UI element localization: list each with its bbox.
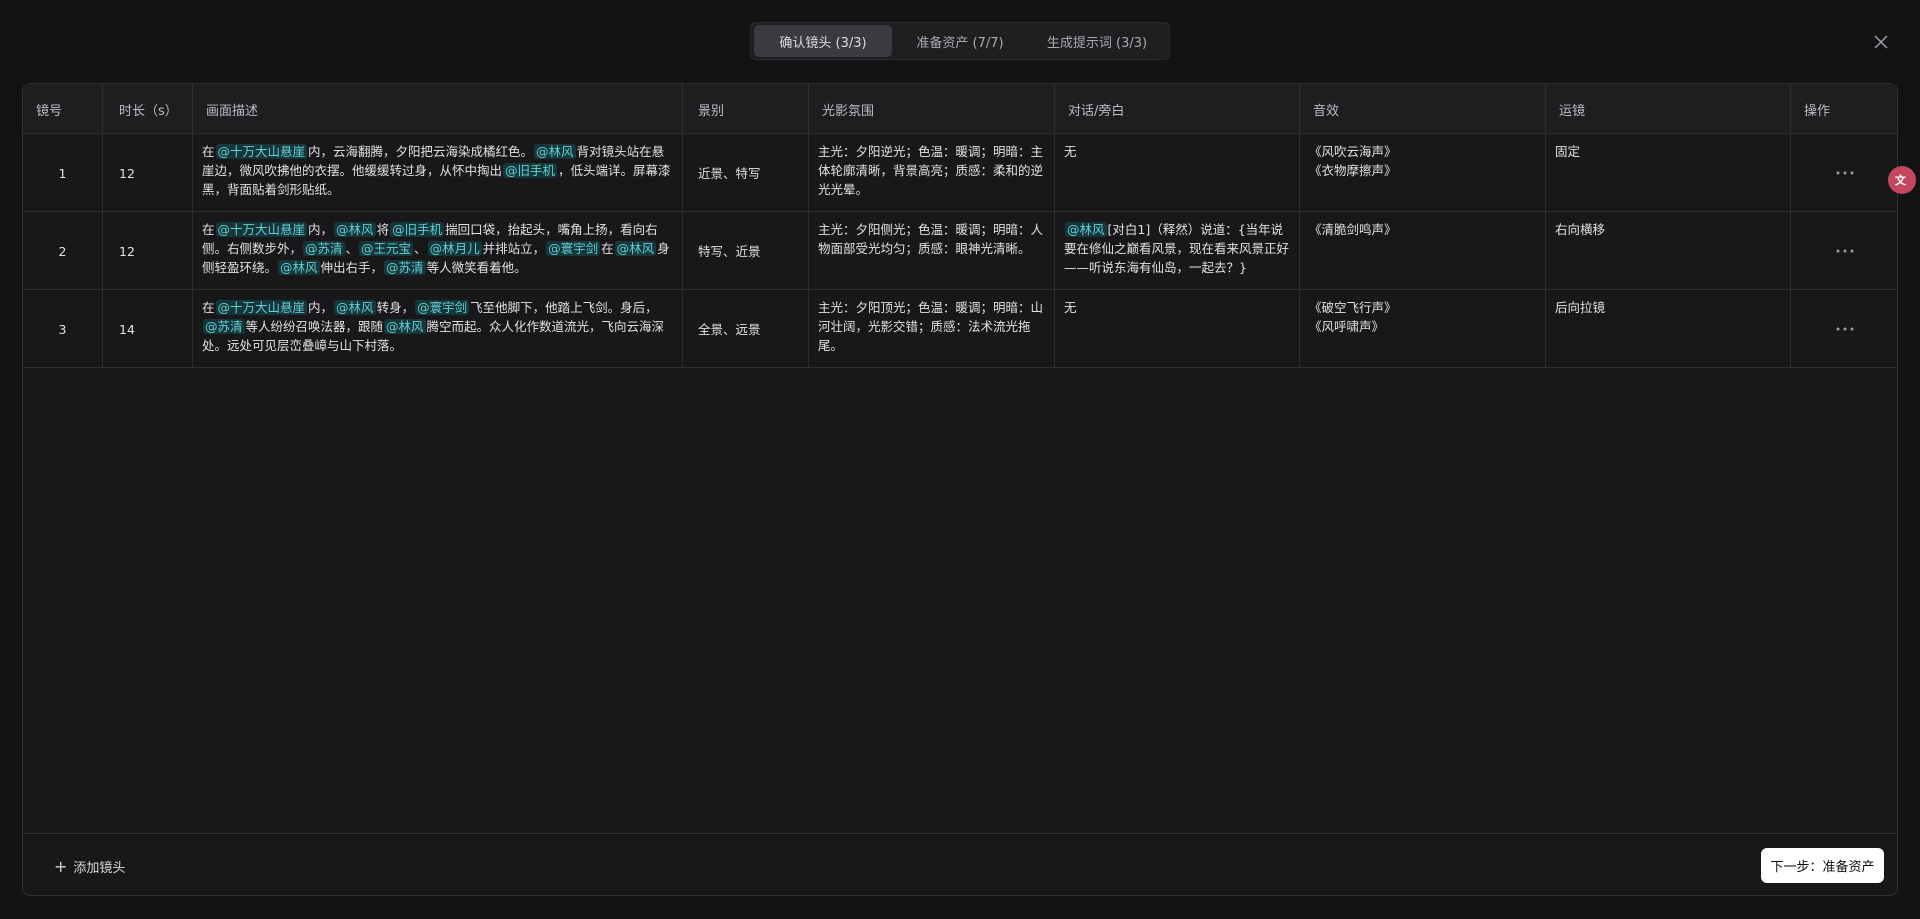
column-header-description: 画面描述 xyxy=(193,84,683,134)
cell-camera: 右向横移 xyxy=(1546,212,1791,290)
sfx-item: 《风呼啸声》 xyxy=(1309,319,1385,334)
cell-description: 在 @十万大山悬崖 内， @林风将 @旧手机 揣回口袋，抬起头，嘴角上扬，看向右侧。右侧数… xyxy=(193,212,683,290)
more-icon[interactable] xyxy=(1833,163,1857,183)
cell-dialogue: @林风 [对白1]（释然）说道：{当年说要在修仙之巅看风景，现在看来风景正好——听… xyxy=(1055,212,1300,290)
cell-num: 2 xyxy=(23,212,103,290)
cell-actions xyxy=(1791,290,1897,368)
mention-tag[interactable]: @旧手机 xyxy=(503,163,558,178)
column-header-shot-number: 镜号 xyxy=(23,84,103,134)
table-row[interactable]: 2 12 在 @十万大山悬崖 内， @林风将 @旧手机 揣回口袋，抬起头，嘴角上扬，看向右侧。… xyxy=(23,212,1897,290)
cell-description: 在 @十万大山悬崖 内， @林风 转身， @寰宇剑 飞至他脚下，他踏上飞剑。身后，@苏清 等人… xyxy=(193,290,683,368)
cell-description: 在 @十万大山悬崖 内，云海翻腾，夕阳把云海染成橘红色。 @林风 背对镜头站在悬崖边，微… xyxy=(193,134,683,212)
cell-camera: 固定 xyxy=(1546,134,1791,212)
text-segment: 转身， xyxy=(376,300,415,315)
tab-generate-prompts[interactable]: 生成提示词 (3/3) xyxy=(1028,25,1166,57)
mention-tag[interactable]: @旧手机 xyxy=(390,222,445,237)
mention-tag[interactable]: @林风 xyxy=(334,300,376,315)
cell-sfx: 《风吹云海声》 《衣物摩擦声》 xyxy=(1300,134,1546,212)
column-header-sfx: 音效 xyxy=(1300,84,1546,134)
mention-tag[interactable]: @苏清 xyxy=(384,260,426,275)
cell-lighting: 主光：夕阳侧光；色温：暖调；明暗：人物面部受光均匀；质感：眼神光清晰。 xyxy=(809,212,1055,290)
text-segment: 伸出右手， xyxy=(320,260,384,275)
mention-tag[interactable]: @林风 xyxy=(614,241,657,256)
cell-duration: 14 xyxy=(103,290,193,368)
mention-tag[interactable]: @寰宇剑 xyxy=(546,241,601,256)
text-segment: 等人纷纷召唤法器，跟随 xyxy=(245,319,384,334)
sfx-item: 《破空飞行声》 xyxy=(1309,300,1397,315)
mention-tag[interactable]: @林月儿 xyxy=(427,241,482,256)
table-row[interactable]: 3 14 在 @十万大山悬崖 内， @林风 转身， @寰宇剑 飞至他脚下，他踏上飞剑。身后，@苏… xyxy=(23,290,1897,368)
next-step-button[interactable]: 下一步：准备资产 xyxy=(1761,848,1884,883)
more-icon[interactable] xyxy=(1833,241,1857,261)
cell-actions xyxy=(1791,134,1897,212)
cell-lighting: 主光：夕阳逆光；色温：暖调；明暗：主体轮廓清晰，背景高亮；质感：柔和的逆光光晕。 xyxy=(809,134,1055,212)
column-header-dialogue: 对话/旁白 xyxy=(1055,84,1300,134)
mention-tag[interactable]: @王元宝 xyxy=(359,241,414,256)
column-header-lighting: 光影氛围 xyxy=(809,84,1055,134)
svg-text:文: 文 xyxy=(1895,173,1907,187)
mention-tag[interactable]: @林风 xyxy=(534,144,576,159)
sfx-item: 《清脆剑鸣声》 xyxy=(1309,222,1397,237)
translate-icon[interactable]: 文 xyxy=(1888,166,1916,194)
cell-camera: 后向拉镜 xyxy=(1546,290,1791,368)
text-segment: 内，云海翻腾，夕阳把云海染成橘红色。 xyxy=(308,144,534,159)
mention-tag[interactable]: @苏清 xyxy=(303,241,345,256)
cell-sfx: 《破空飞行声》 《风呼啸声》 xyxy=(1300,290,1546,368)
table-footer: + 添加镜头 下一步：准备资产 xyxy=(23,833,1897,895)
text-segment: 、 xyxy=(414,241,427,256)
text-segment: 在 xyxy=(601,241,614,256)
text-segment: 无 xyxy=(1064,300,1077,315)
cell-dialogue: 无 xyxy=(1055,134,1300,212)
cell-dialogue: 无 xyxy=(1055,290,1300,368)
shots-table-panel: 镜号 时长（s） 画面描述 景别 光影氛围 对话/旁白 音效 运镜 操作 1 12… xyxy=(22,83,1898,896)
mention-tag[interactable]: @十万大山悬崖 xyxy=(215,300,308,315)
cell-scene: 全景、远景 xyxy=(683,290,809,368)
text-segment: 、 xyxy=(345,241,359,256)
cell-scene: 近景、特写 xyxy=(683,134,809,212)
cell-actions xyxy=(1791,212,1897,290)
text-segment: 内， xyxy=(308,222,334,237)
mention-tag[interactable]: @十万大山悬崖 xyxy=(215,222,308,237)
mention-tag[interactable]: @苏清 xyxy=(203,319,245,334)
cell-duration: 12 xyxy=(103,212,193,290)
step-tabs: 确认镜头 (3/3) 准备资产 (7/7) 生成提示词 (3/3) xyxy=(750,22,1170,60)
column-header-scene: 景别 xyxy=(683,84,809,134)
cell-num: 1 xyxy=(23,134,103,212)
text-segment: 内， xyxy=(308,300,334,315)
text-segment: 等人微笑看着他。 xyxy=(426,260,527,275)
tab-prepare-assets[interactable]: 准备资产 (7/7) xyxy=(892,25,1028,57)
text-segment: 在 xyxy=(202,222,215,237)
table-header: 镜号 时长（s） 画面描述 景别 光影氛围 对话/旁白 音效 运镜 操作 xyxy=(23,84,1897,134)
column-header-actions: 操作 xyxy=(1804,103,1831,119)
more-icon[interactable] xyxy=(1833,319,1857,339)
text-segment: 飞至他脚下，他踏上飞剑。身后， xyxy=(470,300,658,315)
sfx-item: 《衣物摩擦声》 xyxy=(1309,163,1397,178)
text-segment: 将 xyxy=(376,222,390,237)
text-segment: 并排站立， xyxy=(482,241,546,256)
mention-tag[interactable]: @林风 xyxy=(1065,222,1107,237)
text-segment: 在 xyxy=(202,300,215,315)
mention-tag[interactable]: @林风 xyxy=(334,222,376,237)
mention-tag[interactable]: @寰宇剑 xyxy=(415,300,470,315)
text-segment: 在 xyxy=(202,144,215,159)
mention-tag[interactable]: @林风 xyxy=(278,260,320,275)
column-header-camera: 运镜 xyxy=(1546,84,1791,134)
tab-confirm-shots[interactable]: 确认镜头 (3/3) xyxy=(754,25,892,57)
close-icon[interactable] xyxy=(1871,32,1891,52)
column-header-duration: 时长（s） xyxy=(103,84,193,134)
sfx-item: 《风吹云海声》 xyxy=(1309,144,1397,159)
cell-lighting: 主光：夕阳顶光；色温：暖调；明暗：山河壮阔，光影交错；质感：法术流光拖尾。 xyxy=(809,290,1055,368)
cell-num: 3 xyxy=(23,290,103,368)
cell-scene: 特写、近景 xyxy=(683,212,809,290)
text-segment: 无 xyxy=(1064,144,1077,159)
table-row[interactable]: 1 12 在 @十万大山悬崖 内，云海翻腾，夕阳把云海染成橘红色。 @林风 背对镜头站在悬崖… xyxy=(23,134,1897,212)
cell-duration: 12 xyxy=(103,134,193,212)
add-shot-label: 添加镜头 xyxy=(73,860,126,876)
cell-sfx: 《清脆剑鸣声》 xyxy=(1300,212,1546,290)
add-shot-button[interactable]: + 添加镜头 xyxy=(54,854,125,878)
mention-tag[interactable]: @林风 xyxy=(384,319,426,334)
plus-icon: + xyxy=(54,856,68,876)
mention-tag[interactable]: @十万大山悬崖 xyxy=(215,144,308,159)
